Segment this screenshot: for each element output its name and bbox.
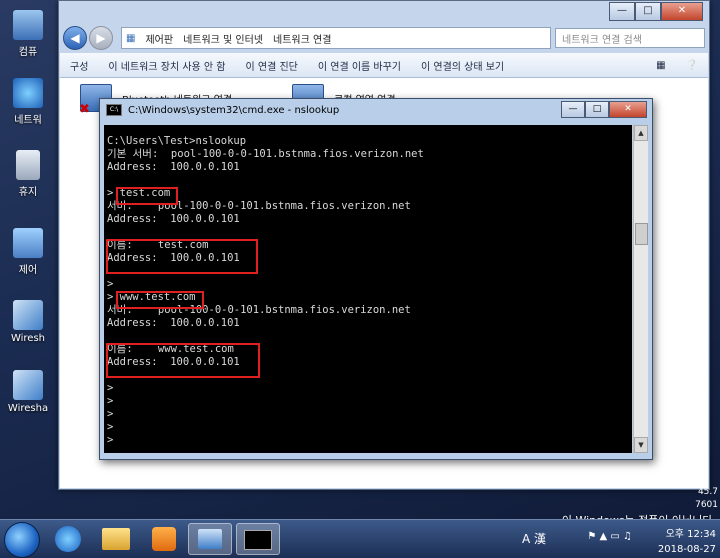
console-output[interactable]: C:\Users\Test>nslookup 기본 서버: pool-100-0-… [104, 125, 632, 453]
taskbar-explorer[interactable] [94, 523, 138, 555]
desktop-icon-label: Wiresh [10, 333, 46, 344]
control-panel-icon [13, 228, 43, 258]
command-bar: 구성 이 네트워크 장치 사용 안 함 이 연결 진단 이 연결 이름 바꾸기 … [60, 53, 708, 78]
desktop-icon-label: 휴지 [18, 187, 38, 198]
tray-icons[interactable]: ⚑ ▲ ▭ ♫ [587, 531, 632, 542]
desktop-icon-label: 제어 [18, 265, 38, 276]
console-line: Address: 100.0.0.101 [107, 317, 240, 329]
taskbar-media-player[interactable] [142, 523, 186, 555]
minimize-button[interactable]: — [609, 2, 635, 21]
cmd-icon: C:\ [106, 104, 122, 116]
console-line: Address: 100.0.0.101 [107, 161, 240, 173]
breadcrumb-control-panel[interactable]: 제어판 [145, 31, 173, 46]
desktop-icon-network[interactable]: 네트워 [0, 78, 56, 126]
search-input[interactable]: 네트워크 연결 검색 [555, 28, 705, 48]
highlight-query-test [116, 187, 178, 205]
side-numbers: 45.7 7601 [695, 486, 718, 512]
console-line: > [107, 421, 114, 433]
console-line: > [107, 434, 114, 446]
side-number: 45.7 [697, 487, 718, 497]
diagnose-button[interactable]: 이 연결 진단 [236, 58, 308, 73]
desktop-icon-label: 컴퓨 [18, 47, 38, 58]
desktop-icon-recycle-bin[interactable]: 휴지 [0, 150, 56, 198]
console-line: > [107, 382, 114, 394]
desktop-icon-label: Wiresha [7, 403, 49, 414]
scroll-thumb[interactable] [635, 223, 648, 245]
view-options-icon[interactable]: ▦ [646, 60, 675, 71]
cmd-scrollbar[interactable]: ▲ ▼ [633, 125, 648, 453]
desktop-icon-label: 네트워 [14, 115, 42, 126]
console-line: > [107, 278, 114, 290]
computer-icon [13, 10, 43, 40]
console-line: > [107, 408, 114, 420]
address-bar[interactable]: ▦ 제어판 네트워크 및 인터넷 네트워크 연결 [121, 27, 551, 49]
start-button[interactable] [4, 522, 40, 558]
console-line: Address: 100.0.0.101 [107, 213, 240, 225]
network-connections-icon [198, 529, 222, 549]
cmd-titlebar[interactable]: C:\ C:\Windows\system32\cmd.exe - nslook… [100, 99, 652, 121]
disconnected-x-icon: ✖ [79, 102, 90, 117]
cmd-maximize-button[interactable]: □ [585, 101, 609, 118]
cmd-title: C:\Windows\system32\cmd.exe - nslookup [128, 104, 340, 116]
network-icon [13, 78, 43, 108]
breadcrumb-network-connections[interactable]: 네트워크 연결 [273, 31, 331, 46]
taskbar: A 漢 ⚑ ▲ ▭ ♫ 오후 12:34 2018-08-27 [0, 519, 720, 558]
clock-time[interactable]: 오후 12:34 [658, 525, 716, 540]
media-player-icon [152, 527, 176, 551]
breadcrumb-network-internet[interactable]: 네트워크 및 인터넷 [183, 31, 263, 46]
view-status-button[interactable]: 이 연결의 상태 보기 [411, 58, 514, 73]
organize-menu[interactable]: 구성 [60, 58, 98, 73]
side-number: 7601 [695, 500, 718, 510]
maximize-button[interactable]: □ [635, 2, 661, 21]
cmd-icon [244, 530, 272, 550]
close-button[interactable]: ✕ [661, 2, 703, 21]
window-titlebar[interactable]: — □ ✕ [59, 1, 709, 23]
desktop-icon-computer[interactable]: 컴퓨 [0, 10, 56, 58]
taskbar-network[interactable] [188, 523, 232, 555]
internet-explorer-icon [55, 526, 81, 552]
forward-button[interactable]: ▶ [89, 26, 113, 50]
highlight-answer-test [106, 239, 258, 274]
disable-device-button[interactable]: 이 네트워크 장치 사용 안 함 [98, 58, 235, 73]
console-line: C:\Users\Test>nslookup [107, 135, 247, 147]
cmd-window: C:\ C:\Windows\system32\cmd.exe - nslook… [99, 98, 653, 460]
taskbar-ie[interactable] [46, 523, 90, 555]
highlight-answer-www [106, 343, 260, 378]
wireshark-icon [13, 300, 43, 330]
desktop-icon-wireshark-2[interactable]: Wiresha [0, 370, 56, 414]
recycle-bin-icon [16, 150, 40, 180]
rename-button[interactable]: 이 연결 이름 바꾸기 [308, 58, 411, 73]
desktop-icon-wireshark-1[interactable]: Wiresh [0, 300, 56, 344]
back-button[interactable]: ◀ [63, 26, 87, 50]
console-line: 기본 서버: pool-100-0-0-101.bstnma.fios.veri… [107, 148, 424, 160]
cmd-minimize-button[interactable]: — [561, 101, 585, 118]
help-icon[interactable]: ❔ [676, 60, 708, 71]
scroll-down-arrow-icon[interactable]: ▼ [634, 437, 648, 453]
scroll-up-arrow-icon[interactable]: ▲ [634, 125, 648, 141]
system-tray: A 漢 ⚑ ▲ ▭ ♫ 오후 12:34 2018-08-27 [522, 522, 716, 555]
wireshark-icon [13, 370, 43, 400]
console-line: > [107, 395, 114, 407]
folder-icon [102, 528, 130, 550]
desktop-icon-control-panel[interactable]: 제어 [0, 228, 56, 276]
clock-date[interactable]: 2018-08-27 [658, 544, 716, 555]
ime-indicator[interactable]: A 漢 [522, 530, 546, 547]
folder-icon: ▦ [126, 32, 136, 44]
taskbar-cmd[interactable] [236, 523, 280, 555]
highlight-query-www [116, 291, 204, 309]
cmd-close-button[interactable]: ✕ [609, 101, 647, 118]
